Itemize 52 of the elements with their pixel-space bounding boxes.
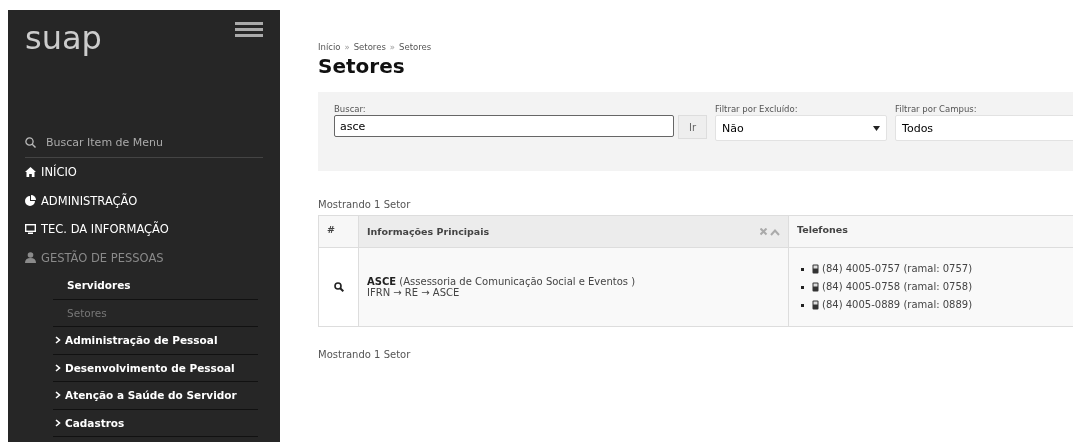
sector-path: IFRN → RE → ASCE [367,287,461,298]
phone-icon [812,300,819,310]
phone-number: (84) 4005-0889 (ramal: 0889) [822,298,973,312]
breadcrumb-separator: » [344,42,350,52]
menu-search-field[interactable]: Buscar Item de Menu [46,136,246,149]
monitor-icon [25,223,36,235]
breadcrumb-separator: » [389,42,396,52]
filter-label: Filtrar por Excluído: [715,104,799,114]
chevron-right-icon [55,418,61,427]
menu-item[interactable]: INÍCIO [25,158,263,187]
result-count: Mostrando 1 Setor [318,199,412,210]
chevron-right-icon [55,336,61,345]
filter-label: Filtrar por Campus: [895,104,978,114]
filter-dropdown[interactable]: Todos [895,115,1073,141]
result-count: Mostrando 1 Setor [318,349,412,360]
phone-icon [812,282,819,292]
chevron-right-icon [55,391,61,400]
page-title: Setores [318,54,406,78]
filter-dropdown[interactable]: Não [715,115,888,141]
home-icon [25,166,36,178]
person-icon [25,252,36,264]
bullet-mark [801,267,804,271]
submenu-item[interactable]: Administração de Pessoal [53,327,258,355]
menu-item[interactable]: TEC. DA INFORMAÇÃO [25,215,263,244]
breadcrumb-link[interactable]: Início [318,42,341,52]
caret-down-icon [873,125,881,131]
phone-number: (84) 4005-0757 (ramal: 0757) [822,262,973,276]
column-header: # [318,215,359,248]
filter-label: Buscar: [334,104,367,114]
chevron-right-icon [55,363,61,372]
search-icon[interactable] [333,282,344,292]
menu-icon[interactable] [235,22,263,37]
menu-item[interactable]: GESTÃO DE PESSOAS [25,243,263,272]
search-icon [25,137,36,148]
sector-name: ASCE (Assessoria de Comunicação Social e Eventos ) [367,276,637,287]
breadcrumb-link[interactable]: Setores [353,42,386,52]
phone-icon [812,264,819,274]
bullet-mark [801,303,804,307]
logo[interactable]: suap [25,22,102,54]
column-header: Telefones [788,215,1073,248]
submenu-item[interactable]: Servidores [53,272,258,300]
submenu-item[interactable]: Desenvolvimento de Pessoal [53,354,258,382]
menu-item[interactable]: ADMINISTRAÇÃO [25,186,263,215]
phone-number: (84) 4005-0758 (ramal: 0758) [822,280,973,294]
submenu-item[interactable]: Cadastros [53,409,258,437]
search-field[interactable]: asce [334,115,674,137]
bullet-mark [801,285,804,289]
pie-chart-icon [25,195,36,207]
search-button[interactable]: Ir [678,115,708,139]
column-header[interactable]: Informações Principais [358,215,789,248]
breadcrumb-link[interactable]: Setores [399,42,432,52]
submenu-item[interactable]: Atenção a Saúde do Servidor [53,382,258,410]
